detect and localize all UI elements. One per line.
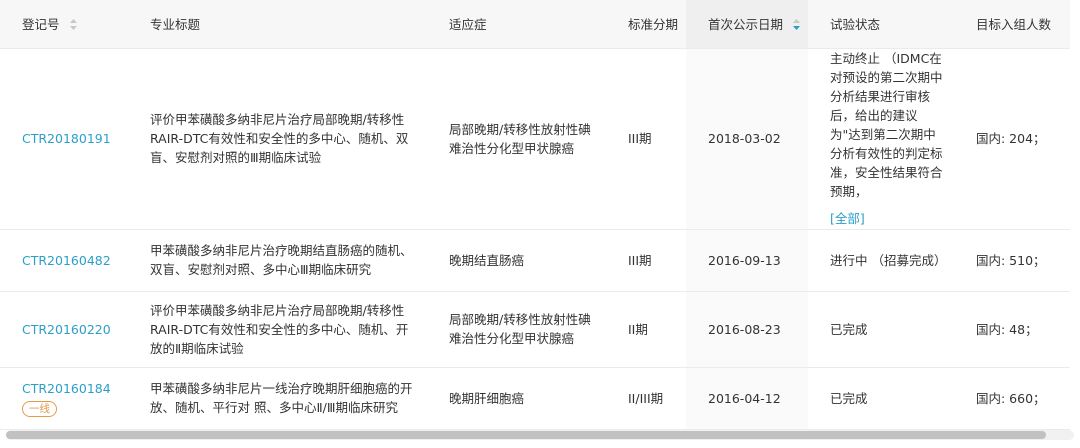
cell-reg-no: CTR20180191 bbox=[0, 48, 128, 230]
trial-title: 评价甲苯磺酸多纳非尼片治疗局部晚期/转移性RAIR-DTC有效性和安全性的多中心… bbox=[150, 112, 409, 165]
cell-stage: II期 bbox=[606, 291, 686, 368]
table-row: CTR20160220 评价甲苯磺酸多纳非尼片治疗局部晚期/转移性RAIR-DT… bbox=[0, 291, 1070, 368]
table-row: CTR20180191 评价甲苯磺酸多纳非尼片治疗局部晚期/转移性RAIR-DT… bbox=[0, 48, 1070, 230]
trial-title: 甲苯磺酸多纳非尼片治疗晚期结直肠癌的随机、双盲、安慰剂对照、多中心Ⅲ期临床研究 bbox=[150, 243, 413, 277]
cell-target: 国内: 660； bbox=[954, 367, 1070, 430]
header-target: 目标入组人数 bbox=[954, 0, 1070, 49]
cell-title: 甲苯磺酸多纳非尼片一线治疗晚期肝细胞癌的开放、随机、平行对 照、多中心Ⅱ/Ⅲ期临… bbox=[128, 367, 427, 430]
sort-descending-icon[interactable] bbox=[793, 19, 800, 31]
cell-status: 进行中 （招募完成） bbox=[808, 229, 954, 292]
status-expand-link[interactable]: [全部] bbox=[830, 209, 865, 228]
status-text: 已完成 bbox=[830, 390, 868, 406]
sort-icon[interactable] bbox=[69, 19, 77, 31]
reg-no-link[interactable]: CTR20160184 bbox=[22, 381, 111, 396]
cell-reg-no: CTR20160184 一线 bbox=[0, 367, 128, 430]
table-row: CTR20160482 甲苯磺酸多纳非尼片治疗晚期结直肠癌的随机、双盲、安慰剂对… bbox=[0, 229, 1070, 292]
cell-first-date: 2016-08-23 bbox=[686, 291, 808, 368]
stage-text: II/III期 bbox=[628, 390, 664, 406]
cell-title: 评价甲苯磺酸多纳非尼片治疗局部晚期/转移性RAIR-DTC有效性和安全性的多中心… bbox=[128, 291, 427, 368]
status-text: 进行中 （招募完成） bbox=[830, 252, 947, 268]
reg-no-link[interactable]: CTR20160482 bbox=[22, 253, 111, 268]
cell-stage: III期 bbox=[606, 48, 686, 230]
cell-status: 已完成 bbox=[808, 367, 954, 430]
target-text: 国内: 510； bbox=[976, 252, 1046, 268]
indication-text: 晚期结直肠癌 bbox=[449, 252, 525, 268]
cell-indication: 局部晚期/转移性放射性碘难治性分化型甲状腺癌 bbox=[427, 48, 606, 230]
target-text: 国内: 48； bbox=[976, 321, 1038, 337]
header-first-date-label: 首次公示日期 bbox=[708, 17, 784, 33]
cell-stage: II/III期 bbox=[606, 367, 686, 430]
trials-table-container: 登记号 专业标题 适应症 标准分期 首次公示日期 试验状态 目标入组人数 CTR… bbox=[0, 0, 1080, 448]
horizontal-scrollbar[interactable] bbox=[6, 430, 1074, 440]
header-target-label: 目标入组人数 bbox=[976, 17, 1052, 33]
table-row: CTR20160184 一线 甲苯磺酸多纳非尼片一线治疗晚期肝细胞癌的开放、随机… bbox=[0, 367, 1070, 430]
cell-status: 已完成 bbox=[808, 291, 954, 368]
header-reg-no-label: 登记号 bbox=[22, 17, 60, 33]
date-text: 2018-03-02 bbox=[708, 131, 781, 146]
header-indication-label: 适应症 bbox=[449, 17, 487, 33]
cell-indication: 晚期结直肠癌 bbox=[427, 229, 606, 292]
first-line-badge: 一线 bbox=[22, 401, 57, 417]
cell-first-date: 2016-09-13 bbox=[686, 229, 808, 292]
status-text: 主动终止 （IDMC在对预设的第二次期中分析结果进行审核后，给出的建议为"达到第… bbox=[830, 51, 943, 199]
header-status-label: 试验状态 bbox=[830, 17, 881, 33]
clinical-trials-table: 登记号 专业标题 适应症 标准分期 首次公示日期 试验状态 目标入组人数 CTR… bbox=[0, 0, 1070, 430]
header-status: 试验状态 bbox=[808, 0, 954, 49]
header-reg-no[interactable]: 登记号 bbox=[0, 0, 128, 49]
cell-reg-no: CTR20160482 bbox=[0, 229, 128, 292]
cell-title: 甲苯磺酸多纳非尼片治疗晚期结直肠癌的随机、双盲、安慰剂对照、多中心Ⅲ期临床研究 bbox=[128, 229, 427, 292]
cell-first-date: 2016-04-12 bbox=[686, 367, 808, 430]
date-text: 2016-08-23 bbox=[708, 321, 781, 337]
header-first-date[interactable]: 首次公示日期 bbox=[686, 0, 808, 49]
indication-text: 晚期肝细胞癌 bbox=[449, 390, 525, 406]
indication-text: 局部晚期/转移性放射性碘难治性分化型甲状腺癌 bbox=[449, 121, 591, 156]
header-stage-label: 标准分期 bbox=[628, 17, 679, 33]
header-title: 专业标题 bbox=[128, 0, 427, 49]
indication-text: 局部晚期/转移性放射性碘难治性分化型甲状腺癌 bbox=[449, 312, 591, 346]
trial-title: 甲苯磺酸多纳非尼片一线治疗晚期肝细胞癌的开放、随机、平行对 照、多中心Ⅱ/Ⅲ期临… bbox=[150, 381, 413, 415]
stage-text: III期 bbox=[628, 131, 652, 146]
header-indication: 适应症 bbox=[427, 0, 606, 49]
date-text: 2016-04-12 bbox=[708, 390, 781, 406]
cell-reg-no: CTR20160220 bbox=[0, 291, 128, 368]
cell-target: 国内: 204； bbox=[954, 48, 1070, 230]
scrollbar-thumb[interactable] bbox=[6, 431, 1046, 439]
stage-text: II期 bbox=[628, 321, 648, 337]
cell-target: 国内: 510； bbox=[954, 229, 1070, 292]
stage-text: III期 bbox=[628, 252, 652, 268]
date-text: 2016-09-13 bbox=[708, 252, 781, 268]
target-text: 国内: 660； bbox=[976, 390, 1046, 406]
trial-title: 评价甲苯磺酸多纳非尼片治疗局部晚期/转移性RAIR-DTC有效性和安全性的多中心… bbox=[150, 302, 409, 356]
cell-stage: III期 bbox=[606, 229, 686, 292]
cell-status: 主动终止 （IDMC在对预设的第二次期中分析结果进行审核后，给出的建议为"达到第… bbox=[808, 48, 954, 230]
header-title-label: 专业标题 bbox=[150, 17, 201, 33]
cell-target: 国内: 48； bbox=[954, 291, 1070, 368]
target-text: 国内: 204； bbox=[976, 131, 1046, 146]
cell-first-date: 2018-03-02 bbox=[686, 48, 808, 230]
reg-no-link[interactable]: CTR20160220 bbox=[22, 322, 111, 337]
table-header-row: 登记号 专业标题 适应症 标准分期 首次公示日期 试验状态 目标入组人数 bbox=[0, 0, 1070, 49]
status-text: 已完成 bbox=[830, 321, 868, 337]
cell-indication: 局部晚期/转移性放射性碘难治性分化型甲状腺癌 bbox=[427, 291, 606, 368]
reg-no-link[interactable]: CTR20180191 bbox=[22, 131, 111, 146]
header-stage: 标准分期 bbox=[606, 0, 686, 49]
cell-indication: 晚期肝细胞癌 bbox=[427, 367, 606, 430]
cell-title: 评价甲苯磺酸多纳非尼片治疗局部晚期/转移性RAIR-DTC有效性和安全性的多中心… bbox=[128, 48, 427, 230]
